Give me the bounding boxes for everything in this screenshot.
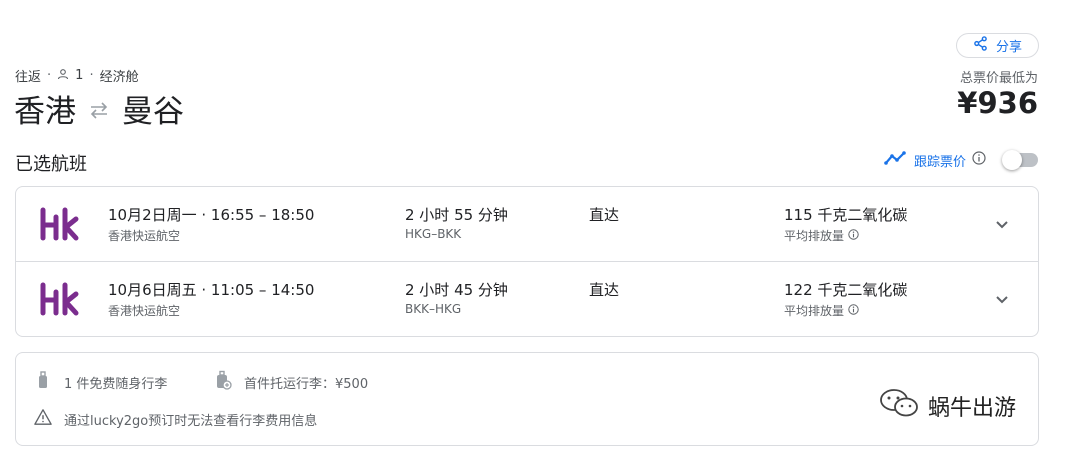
selected-flights-title: 已选航班	[15, 154, 87, 175]
baggage-notice-text: 通过lucky2go预订时无法查看行李费用信息	[64, 413, 318, 429]
share-icon	[973, 36, 988, 55]
airline-name: 香港快运航空	[108, 304, 181, 318]
airport-codes: BKK–HKG	[405, 302, 462, 316]
info-icon[interactable]	[848, 303, 859, 318]
checked-bag-icon	[214, 370, 232, 394]
info-icon[interactable]	[972, 151, 986, 169]
trip-meta: 往返 · 1 · 经济舱	[15, 68, 139, 85]
share-button[interactable]: 分享	[956, 33, 1039, 58]
flight-duration: 2 小时 55 分钟	[405, 206, 508, 224]
checked-bag-info: 首件托运行李：¥500	[214, 370, 368, 394]
passenger-count: 1	[75, 68, 84, 83]
total-price: ¥936	[957, 86, 1038, 120]
trend-icon	[884, 150, 908, 170]
carry-on-bag-icon	[34, 370, 52, 394]
toggle-knob	[1002, 150, 1022, 170]
price-label: 总票价最低为	[959, 71, 1038, 86]
stops: 直达	[589, 281, 620, 299]
emissions: 115 千克二氧化碳	[784, 206, 908, 224]
flight-row[interactable]: 10月6日周五 · 11:05 – 14:50 香港快运航空 2 小时 45 分…	[16, 262, 1038, 337]
round-trip-arrows-icon	[88, 91, 110, 127]
hk-express-logo-icon	[38, 280, 80, 318]
warning-icon	[34, 407, 52, 431]
person-icon	[57, 68, 69, 84]
info-icon[interactable]	[848, 228, 859, 243]
hk-express-logo-icon	[38, 205, 80, 243]
flight-date-time: 10月2日周一 · 16:55 – 18:50	[108, 206, 315, 224]
wechat-icon	[878, 387, 922, 425]
flight-row[interactable]: 10月2日周一 · 16:55 – 18:50 香港快运航空 2 小时 55 分…	[16, 187, 1038, 262]
chevron-down-icon[interactable]	[992, 290, 1012, 310]
carry-on-text: 1 件免费随身行李	[64, 376, 168, 392]
checked-bag-text: 首件托运行李：¥500	[244, 376, 369, 392]
track-prices-label: 跟踪票价	[913, 154, 966, 170]
cabin-class: 经济舱	[99, 70, 139, 85]
emissions-label: 平均排放量	[784, 302, 859, 319]
track-prices-toggle[interactable]	[1002, 150, 1038, 170]
origin-city: 香港	[14, 94, 76, 130]
flight-duration: 2 小时 45 分钟	[405, 281, 508, 299]
emissions: 122 千克二氧化碳	[784, 281, 908, 299]
airport-codes: HKG–BKK	[405, 227, 462, 241]
stops: 直达	[589, 206, 620, 224]
track-prices: 跟踪票价	[884, 150, 1038, 170]
carry-on-info: 1 件免费随身行李	[34, 370, 167, 394]
selected-flights-card: 10月2日周一 · 16:55 – 18:50 香港快运航空 2 小时 55 分…	[15, 186, 1039, 337]
destination-city: 曼谷	[122, 94, 184, 130]
airline-name: 香港快运航空	[108, 229, 181, 243]
chevron-down-icon[interactable]	[992, 215, 1012, 235]
baggage-notice: 通过lucky2go预订时无法查看行李费用信息	[34, 407, 317, 431]
watermark-text: 蜗牛出游	[928, 396, 1017, 421]
trip-type: 往返	[15, 70, 42, 85]
route-title: 香港 曼谷	[14, 86, 184, 131]
flight-date-time: 10月6日周五 · 11:05 – 14:50	[108, 281, 315, 299]
watermark: 蜗牛出游	[878, 387, 1016, 425]
emissions-label: 平均排放量	[784, 227, 859, 244]
share-label: 分享	[995, 40, 1022, 55]
